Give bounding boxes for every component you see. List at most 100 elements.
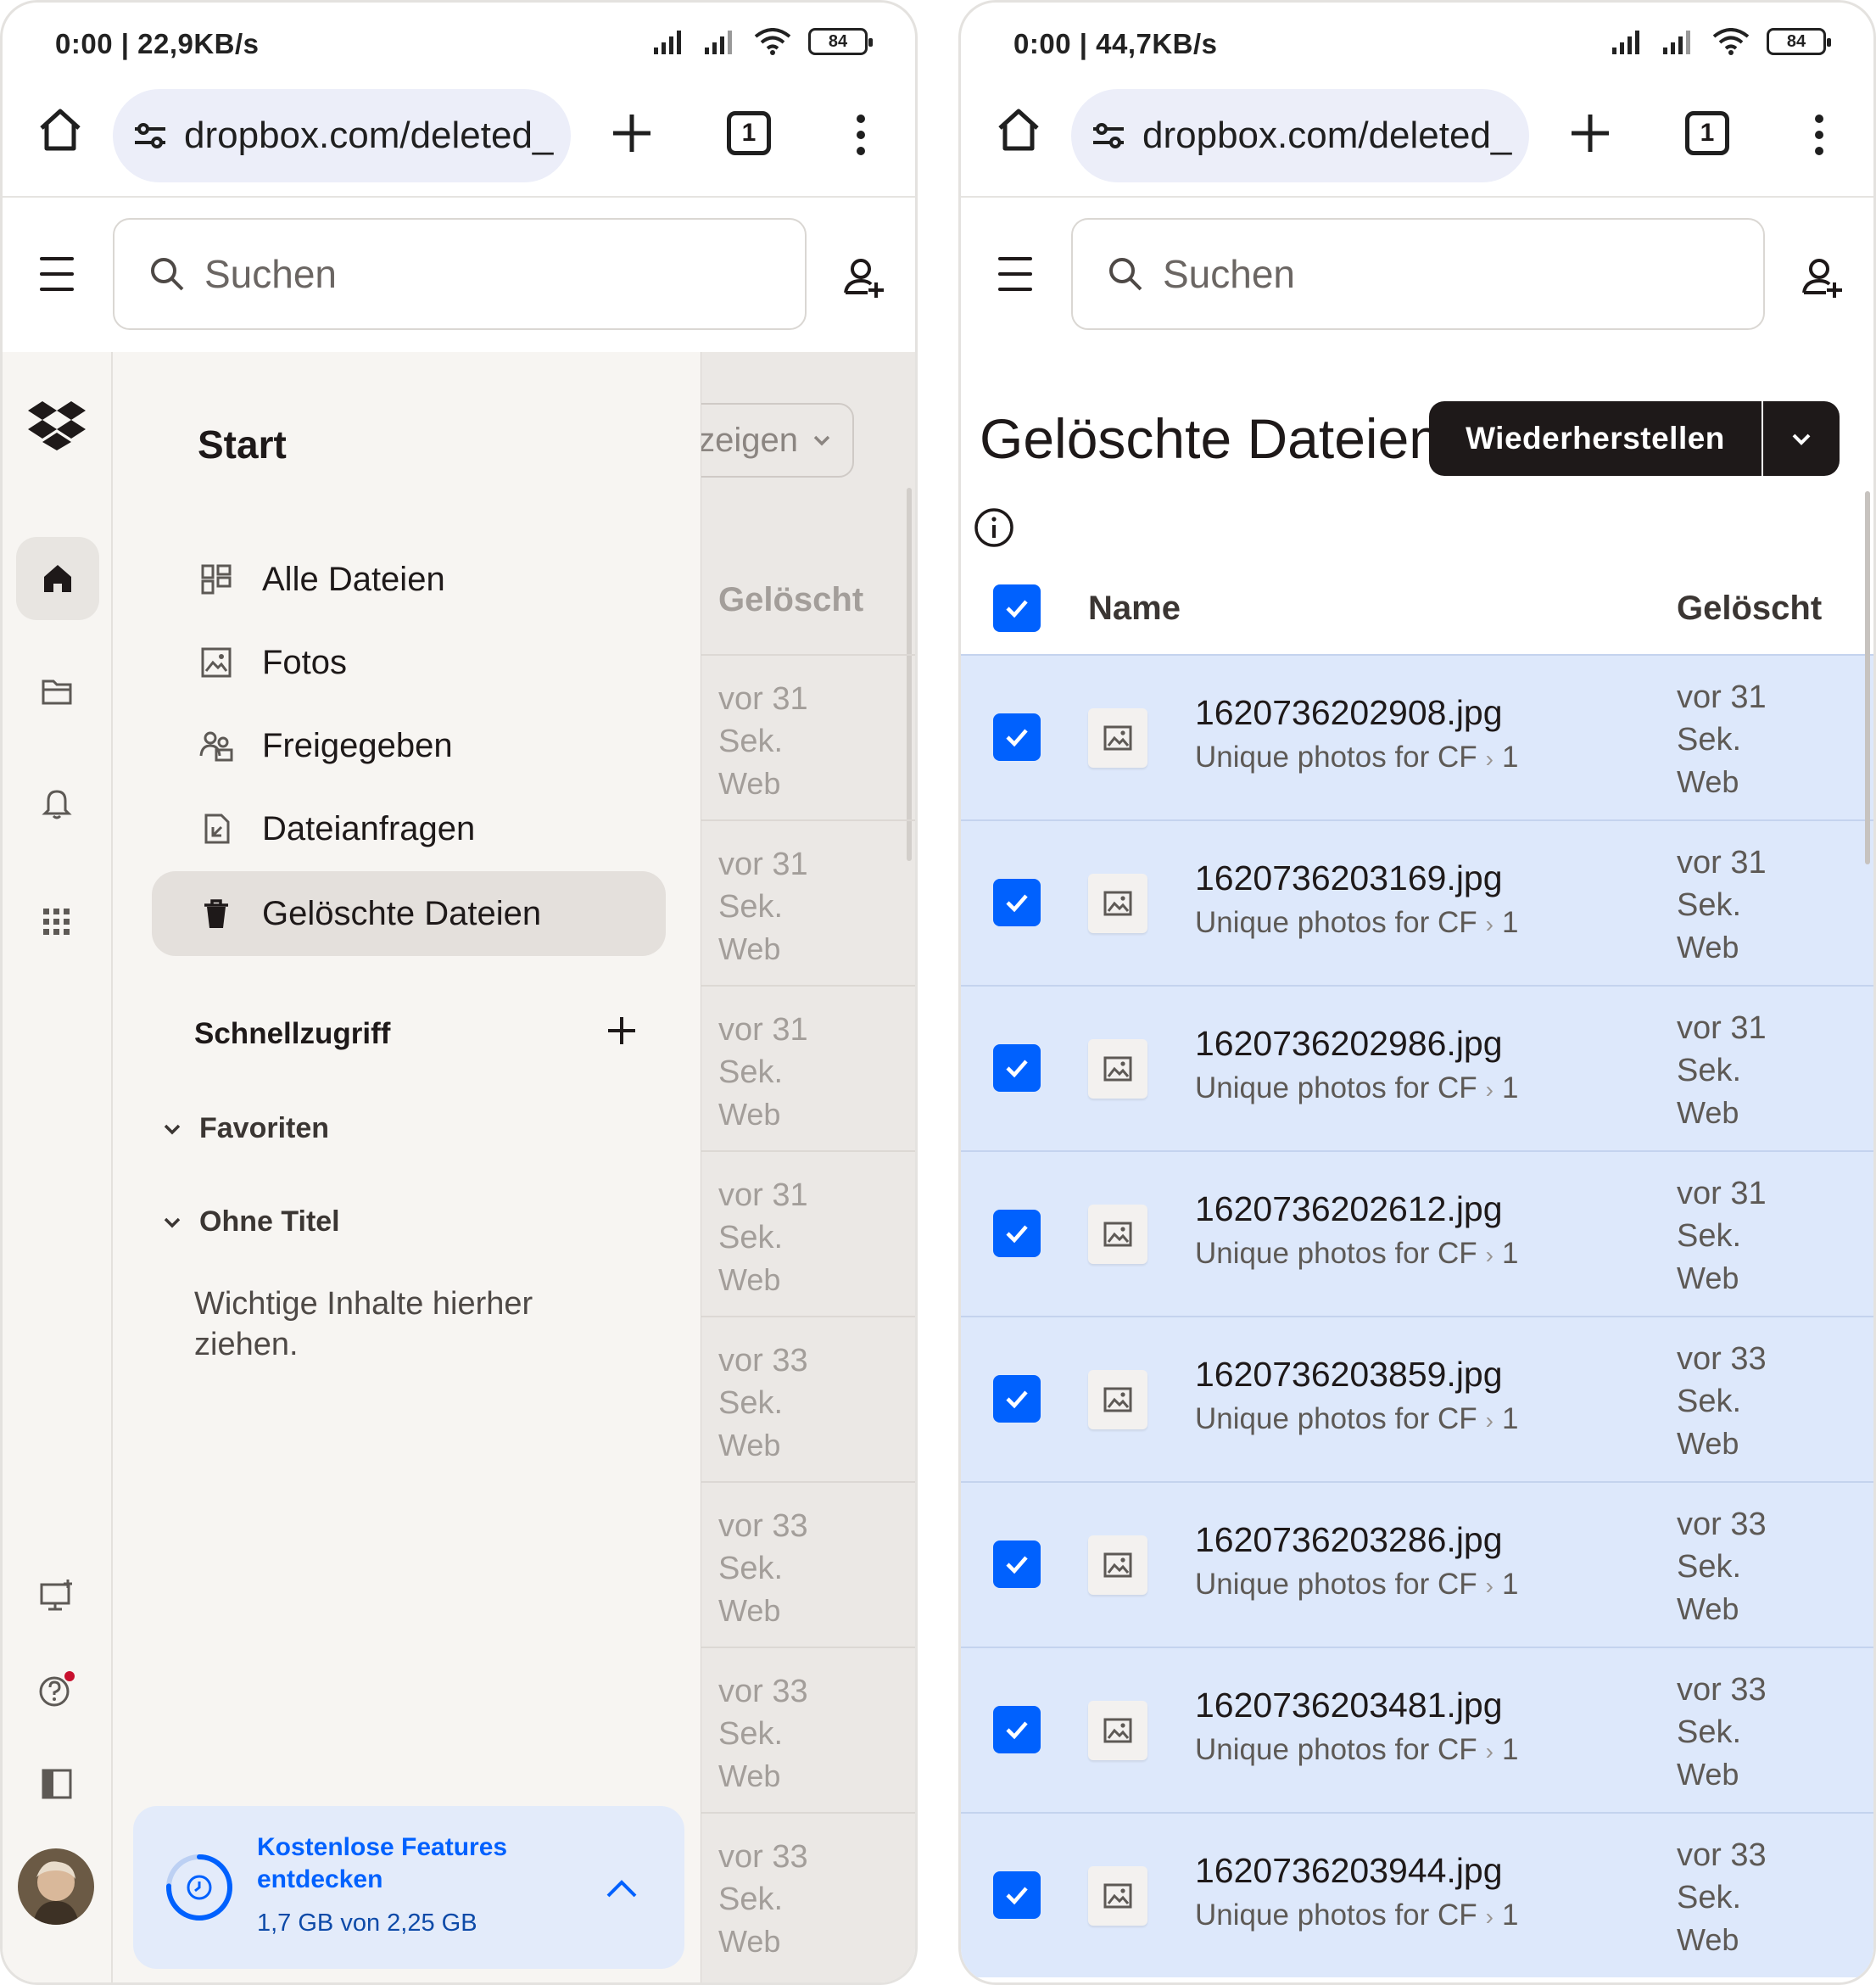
- deleted-source: Web: [718, 766, 781, 801]
- deleted-source: Web: [1677, 1095, 1739, 1130]
- folder-name: Unique photos for CF: [1195, 1237, 1477, 1270]
- search-input[interactable]: [204, 251, 713, 297]
- folder-nav-icon[interactable]: [26, 661, 87, 722]
- search-input[interactable]: [1163, 251, 1672, 297]
- site-settings-icon[interactable]: [131, 117, 169, 154]
- file-name[interactable]: 1620736203944.jpg: [1195, 1851, 1503, 1891]
- table-row[interactable]: 1620736202986.jpg Unique photos for CF › 1 v…: [961, 985, 1873, 1150]
- new-tab-icon[interactable]: [608, 109, 656, 157]
- deleted-time-unit: Sek.: [1677, 722, 1742, 758]
- tab-switcher-button[interactable]: 1: [727, 111, 771, 155]
- deleted-time: Sek.: [718, 889, 784, 925]
- storage-promo-card[interactable]: Kostenlose Features entdecken 1,7 GB von…: [133, 1806, 684, 1969]
- deleted-column-header[interactable]: Gelöscht: [1677, 590, 1822, 628]
- add-quick-access-icon[interactable]: [603, 1012, 640, 1049]
- restore-button[interactable]: Wiederherstellen: [1429, 401, 1762, 476]
- table-row[interactable]: 1620736202908.jpg Unique photos for CF › 1 v…: [961, 654, 1873, 819]
- add-user-icon[interactable]: [842, 255, 886, 299]
- chevron-right-icon: ›: [1485, 746, 1494, 772]
- subfolder-name: 1: [1502, 741, 1519, 774]
- signal-icon: [705, 31, 732, 54]
- deleted-time: vor 31: [1677, 1176, 1767, 1211]
- table-row[interactable]: 1620736203944.jpg Unique photos for CF › 1 v…: [961, 1812, 1873, 1977]
- checkmark-icon: [1006, 894, 1028, 913]
- site-settings-icon[interactable]: [1090, 117, 1127, 154]
- home-icon[interactable]: [993, 104, 1044, 155]
- sidebar-toggle-icon[interactable]: [26, 1753, 87, 1814]
- row-checkbox[interactable]: [993, 1210, 1041, 1257]
- deleted-time-unit: Sek.: [1677, 1384, 1742, 1419]
- hamburger-menu-icon[interactable]: [40, 257, 74, 291]
- chevron-right-icon: ›: [1485, 1738, 1494, 1764]
- table-row[interactable]: 1620736203859.jpg Unique photos for CF › 1 v…: [961, 1316, 1873, 1481]
- file-name[interactable]: 1620736202986.jpg: [1195, 1024, 1503, 1064]
- chevron-up-icon[interactable]: [603, 1870, 640, 1908]
- home-nav-icon[interactable]: [16, 537, 99, 620]
- group-favorites[interactable]: Favoriten: [160, 1112, 329, 1145]
- deleted-time: vor 33: [718, 1508, 808, 1544]
- info-icon[interactable]: [973, 506, 1015, 549]
- help-icon[interactable]: [26, 1660, 87, 1721]
- nav-item-shared[interactable]: Freigegeben: [152, 703, 666, 788]
- nav-item-deleted-files[interactable]: Gelöschte Dateien: [152, 871, 666, 956]
- browser-menu-icon[interactable]: [1802, 109, 1836, 160]
- deleted-time: vor 31: [1677, 679, 1767, 715]
- search-box[interactable]: [1071, 218, 1765, 330]
- row-checkbox[interactable]: [993, 1871, 1041, 1919]
- deleted-time: vor 33: [718, 1674, 808, 1709]
- avatar[interactable]: [18, 1848, 94, 1925]
- browser-menu-icon[interactable]: [844, 109, 878, 160]
- deleted-source: Web: [718, 1759, 781, 1793]
- row-checkbox[interactable]: [993, 1375, 1041, 1423]
- row-checkbox[interactable]: [993, 713, 1041, 761]
- file-name[interactable]: 1620736203169.jpg: [1195, 858, 1503, 898]
- folder-name: Unique photos for CF: [1195, 906, 1477, 939]
- file-name[interactable]: 1620736203859.jpg: [1195, 1355, 1503, 1395]
- nav-item-all-files[interactable]: Alle Dateien: [152, 537, 666, 622]
- deleted-source: Web: [1677, 1426, 1739, 1461]
- table-row[interactable]: 1620736203286.jpg Unique photos for CF › 1 v…: [961, 1481, 1873, 1647]
- dropbox-logo-icon[interactable]: [26, 394, 87, 456]
- table-row[interactable]: 1620736202612.jpg Unique photos for CF › 1 v…: [961, 1150, 1873, 1316]
- drop-hint-text: Wichtige Inhalte hierher ziehen.: [194, 1286, 533, 1362]
- scrollbar[interactable]: [1865, 491, 1870, 864]
- hamburger-menu-icon[interactable]: [998, 257, 1032, 291]
- select-all-checkbox[interactable]: [993, 584, 1041, 632]
- image-file-icon: [1088, 1866, 1147, 1926]
- nav-item-photos[interactable]: Fotos: [152, 620, 666, 705]
- row-checkbox[interactable]: [993, 1540, 1041, 1588]
- nav-item-file-requests[interactable]: Dateianfragen: [152, 786, 666, 871]
- address-bar[interactable]: dropbox.com/deleted_: [1071, 89, 1529, 182]
- file-name[interactable]: 1620736202612.jpg: [1195, 1189, 1503, 1229]
- restore-options-button[interactable]: [1763, 401, 1840, 476]
- browser-toolbar: dropbox.com/deleted_ 1: [3, 87, 915, 198]
- new-tab-icon[interactable]: [1566, 109, 1614, 157]
- drawer-title: Start: [198, 422, 287, 467]
- apps-grid-icon[interactable]: [26, 892, 87, 953]
- table-row[interactable]: 1620736203169.jpg Unique photos for CF › 1 v…: [961, 819, 1873, 985]
- row-checkbox[interactable]: [993, 879, 1041, 926]
- group-untitled[interactable]: Ohne Titel: [160, 1205, 340, 1239]
- search-box[interactable]: [113, 218, 807, 330]
- deleted-info: vor 33 Sek. Web: [1677, 1338, 1767, 1465]
- nav-item-label: Dateianfragen: [262, 809, 476, 847]
- tab-switcher-button[interactable]: 1: [1685, 111, 1729, 155]
- add-user-icon[interactable]: [1801, 255, 1845, 299]
- battery-icon: 84: [808, 28, 873, 55]
- row-checkbox[interactable]: [993, 1044, 1041, 1092]
- file-name[interactable]: 1620736203286.jpg: [1195, 1520, 1503, 1560]
- nav-item-label: Fotos: [262, 643, 348, 681]
- file-name[interactable]: 1620736202908.jpg: [1195, 693, 1503, 733]
- row-checkbox[interactable]: [993, 1706, 1041, 1753]
- bell-icon[interactable]: [26, 773, 87, 834]
- desktop-app-icon[interactable]: [26, 1565, 87, 1626]
- name-column-header[interactable]: Name: [1088, 590, 1181, 628]
- nav-item-label: Freigegeben: [262, 726, 453, 764]
- deleted-time: Sek.: [718, 724, 784, 759]
- file-name[interactable]: 1620736203481.jpg: [1195, 1686, 1503, 1725]
- home-icon[interactable]: [35, 104, 86, 155]
- address-bar[interactable]: dropbox.com/deleted_: [113, 89, 571, 182]
- table-row[interactable]: 1620736203481.jpg Unique photos for CF › 1 v…: [961, 1647, 1873, 1812]
- deleted-source: Web: [718, 1262, 781, 1297]
- promo-title: Kostenlose Features entdecken: [257, 1833, 508, 1893]
